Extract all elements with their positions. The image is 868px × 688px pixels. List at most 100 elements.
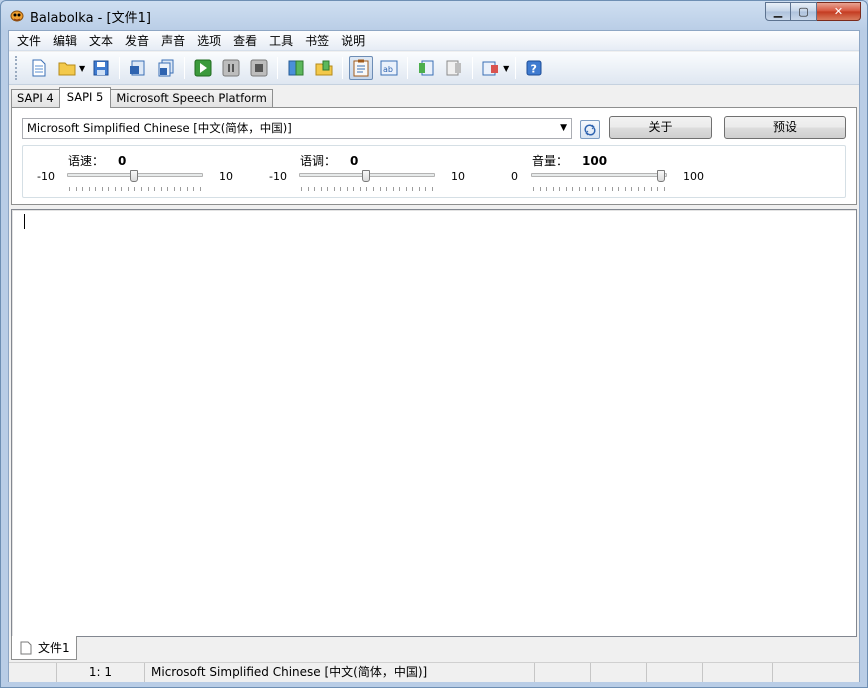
prev-bookmark-button[interactable] [414, 56, 438, 80]
slider-tick [141, 187, 143, 191]
parrot-app-icon[interactable] [9, 7, 25, 23]
voice-select[interactable]: Microsoft Simplified Chinese [中文(简体，中国)]… [22, 118, 572, 139]
slider-tick [412, 187, 414, 191]
slider-tick [199, 187, 201, 191]
menu-options[interactable]: 选项 [191, 31, 227, 51]
menu-view[interactable]: 查看 [227, 31, 263, 51]
toolbar-separator [184, 57, 186, 79]
pause-button[interactable] [219, 56, 243, 80]
watch-clipboard-button[interactable] [349, 56, 374, 80]
rate-slider-thumb[interactable] [130, 170, 138, 182]
convert-audio-button[interactable] [126, 56, 150, 80]
title-bar[interactable]: Balabolka - [文件1] ▁ ▢ ✕ [1, 1, 867, 29]
slider-tick [154, 187, 156, 191]
open-button[interactable] [55, 56, 79, 80]
slider-tick [373, 187, 375, 191]
svg-text:?: ? [531, 63, 537, 76]
volume-slider-thumb[interactable] [657, 170, 665, 182]
cursor-position: 1: 1 [57, 663, 145, 682]
slider-tick [572, 187, 574, 191]
read-clipboard-button[interactable] [284, 56, 308, 80]
slider-tick [591, 187, 593, 191]
slider-tick [307, 187, 309, 191]
about-button[interactable]: 关于 [609, 116, 712, 139]
menu-pronunciation[interactable]: 发音 [119, 31, 155, 51]
text-editor[interactable] [11, 209, 857, 637]
slider-tick [147, 187, 149, 191]
slider-tick [663, 187, 665, 191]
toolbar-separator [119, 57, 121, 79]
menu-text[interactable]: 文本 [83, 31, 119, 51]
toolbar-grip[interactable] [15, 56, 19, 80]
rate-max: 10 [219, 170, 233, 183]
app-window: Balabolka - [文件1] ▁ ▢ ✕ 文件 编辑 文本 发音 声音 选… [0, 0, 868, 688]
slider-tick [340, 187, 342, 191]
new-document-button[interactable] [27, 56, 51, 80]
rate-label-text: 语速： [68, 154, 105, 168]
menu-bookmarks[interactable]: 书签 [299, 31, 335, 51]
slider-tick [618, 187, 620, 191]
clipboard-icon [353, 59, 369, 77]
refresh-voices-button[interactable] [580, 120, 600, 139]
slider-tick [314, 187, 316, 191]
menu-edit[interactable]: 编辑 [47, 31, 83, 51]
pitch-slider-thumb[interactable] [362, 170, 370, 182]
slider-tick [425, 187, 427, 191]
voice-select-value: Microsoft Simplified Chinese [中文(简体，中国)] [27, 121, 292, 135]
status-cell [773, 663, 843, 682]
split-audio-button[interactable] [154, 56, 178, 80]
next-bookmark-button[interactable] [442, 56, 466, 80]
dictionary-button[interactable]: ab [377, 56, 401, 80]
status-cell [703, 663, 773, 682]
menu-speech[interactable]: 声音 [155, 31, 191, 51]
help-button[interactable]: ? [522, 56, 546, 80]
save-button[interactable] [89, 56, 113, 80]
slider-tick [533, 187, 534, 191]
menu-tools[interactable]: 工具 [263, 31, 299, 51]
toolbar: ▼ ab ▼ ? [9, 52, 859, 85]
tab-speech-platform[interactable]: Microsoft Speech Platform [110, 89, 273, 108]
preset-button[interactable]: 预设 [724, 116, 846, 139]
read-file-button[interactable] [312, 56, 336, 80]
close-button[interactable]: ✕ [817, 2, 861, 21]
slider-tick [657, 187, 659, 191]
maximize-button[interactable]: ▢ [791, 2, 817, 21]
slider-tick [114, 187, 116, 191]
open-dropdown-icon[interactable]: ▼ [79, 64, 85, 73]
rate-value: 0 [118, 154, 127, 168]
toolbar-separator [277, 57, 279, 79]
menu-bar: 文件 编辑 文本 发音 声音 选项 查看 工具 书签 说明 [9, 31, 859, 51]
minimize-button[interactable]: ▁ [765, 2, 791, 21]
volume-slider-track[interactable] [531, 173, 667, 177]
document-tab-strip: 文件1 [11, 636, 857, 661]
play-button[interactable] [191, 56, 215, 80]
slider-tick [631, 187, 633, 191]
status-voice: Microsoft Simplified Chinese [中文(简体，中国)] [145, 663, 535, 682]
chevron-down-icon[interactable]: ▼ [560, 119, 567, 138]
slider-tick [418, 187, 420, 191]
slider-tick [101, 187, 103, 191]
slider-tick [546, 187, 548, 191]
slider-tick [353, 187, 355, 191]
voice-settings-button[interactable] [479, 56, 503, 80]
book-green-icon [288, 60, 304, 76]
slider-tick [160, 187, 162, 191]
voice-dropdown-icon[interactable]: ▼ [503, 64, 509, 73]
slider-tick [637, 187, 639, 191]
slider-tick [82, 187, 84, 191]
slider-tick [539, 187, 541, 191]
tab-sapi4[interactable]: SAPI 4 [11, 89, 60, 108]
slider-tick [134, 187, 136, 191]
sliders-box: 语速： 0 -10 10 语调： 0 -10 10 音量： 100 0 100 [22, 145, 846, 198]
menu-file[interactable]: 文件 [11, 31, 47, 51]
menu-help[interactable]: 说明 [335, 31, 371, 51]
close-icon: ✕ [833, 5, 844, 18]
slider-tick [320, 187, 322, 191]
slider-tick [605, 187, 607, 191]
document-tab[interactable]: 文件1 [11, 636, 77, 660]
tab-sapi5[interactable]: SAPI 5 [58, 87, 112, 108]
play-icon [194, 59, 212, 77]
minimize-icon: ▁ [773, 5, 783, 18]
stop-button[interactable] [247, 56, 271, 80]
slider-tick [565, 187, 567, 191]
